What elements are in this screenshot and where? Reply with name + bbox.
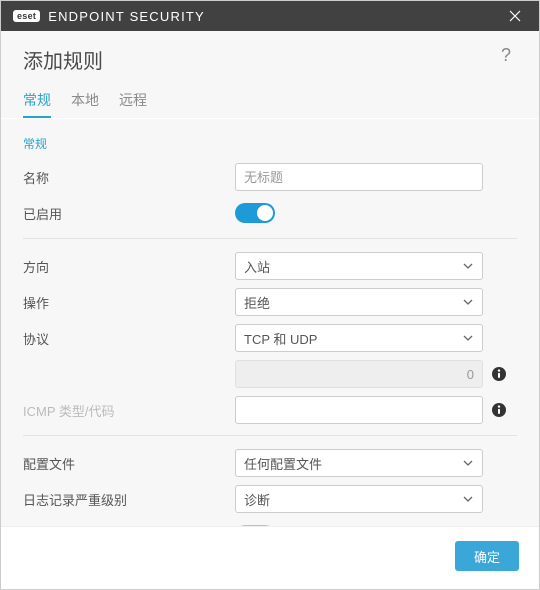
row-port — [23, 359, 517, 389]
brand-badge: eset — [13, 10, 40, 22]
logging-select[interactable]: 诊断 — [235, 485, 483, 513]
enabled-toggle[interactable] — [235, 203, 275, 223]
tabs: 常规 本地 远程 — [1, 78, 539, 119]
label-direction: 方向 — [23, 257, 235, 276]
notify-toggle[interactable] — [235, 525, 275, 526]
row-protocol: 协议 TCP 和 UDP — [23, 323, 517, 353]
page-title: 添加规则 — [23, 45, 103, 74]
chevron-down-icon — [462, 332, 474, 344]
row-direction: 方向 入站 — [23, 251, 517, 281]
close-icon — [509, 10, 521, 22]
info-icon[interactable] — [491, 402, 507, 418]
logging-value: 诊断 — [244, 490, 462, 509]
name-input[interactable] — [235, 163, 483, 191]
brand-name: ENDPOINT SECURITY — [48, 9, 205, 24]
direction-value: 入站 — [244, 257, 462, 276]
label-logging: 日志记录严重级别 — [23, 490, 235, 509]
profile-select[interactable]: 任何配置文件 — [235, 449, 483, 477]
tab-general[interactable]: 常规 — [23, 84, 51, 118]
label-icmp: ICMP 类型/代码 — [23, 401, 235, 420]
row-logging: 日志记录严重级别 诊断 — [23, 484, 517, 514]
label-protocol: 协议 — [23, 329, 235, 348]
dialog-header: 添加规则 ? — [1, 31, 539, 78]
form-body: 常规 名称 已启用 方向 入站 操作 — [1, 119, 539, 526]
label-profile: 配置文件 — [23, 454, 235, 473]
action-select[interactable]: 拒绝 — [235, 288, 483, 316]
action-value: 拒绝 — [244, 293, 462, 312]
protocol-value: TCP 和 UDP — [244, 329, 462, 348]
chevron-down-icon — [462, 493, 474, 505]
info-icon[interactable] — [491, 366, 507, 382]
row-name: 名称 — [23, 162, 517, 192]
titlebar: eset ENDPOINT SECURITY — [1, 1, 539, 31]
chevron-down-icon — [462, 457, 474, 469]
row-enabled: 已启用 — [23, 198, 517, 228]
port-input — [235, 360, 483, 388]
row-profile: 配置文件 任何配置文件 — [23, 448, 517, 478]
label-action: 操作 — [23, 293, 235, 312]
footer: 确定 — [1, 526, 539, 589]
label-name: 名称 — [23, 168, 235, 187]
divider — [23, 238, 517, 239]
tab-remote[interactable]: 远程 — [119, 84, 147, 118]
close-button[interactable] — [501, 2, 529, 30]
icmp-input — [235, 396, 483, 424]
label-enabled: 已启用 — [23, 204, 235, 223]
row-icmp: ICMP 类型/代码 — [23, 395, 517, 425]
profile-value: 任何配置文件 — [244, 454, 462, 473]
row-action: 操作 拒绝 — [23, 287, 517, 317]
toggle-knob — [257, 205, 273, 221]
divider — [23, 435, 517, 436]
chevron-down-icon — [462, 296, 474, 308]
help-button[interactable]: ? — [495, 45, 517, 66]
chevron-down-icon — [462, 260, 474, 272]
ok-button[interactable]: 确定 — [455, 541, 519, 571]
protocol-select[interactable]: TCP 和 UDP — [235, 324, 483, 352]
section-heading-general: 常规 — [23, 135, 517, 152]
direction-select[interactable]: 入站 — [235, 252, 483, 280]
tab-local[interactable]: 本地 — [71, 84, 99, 118]
